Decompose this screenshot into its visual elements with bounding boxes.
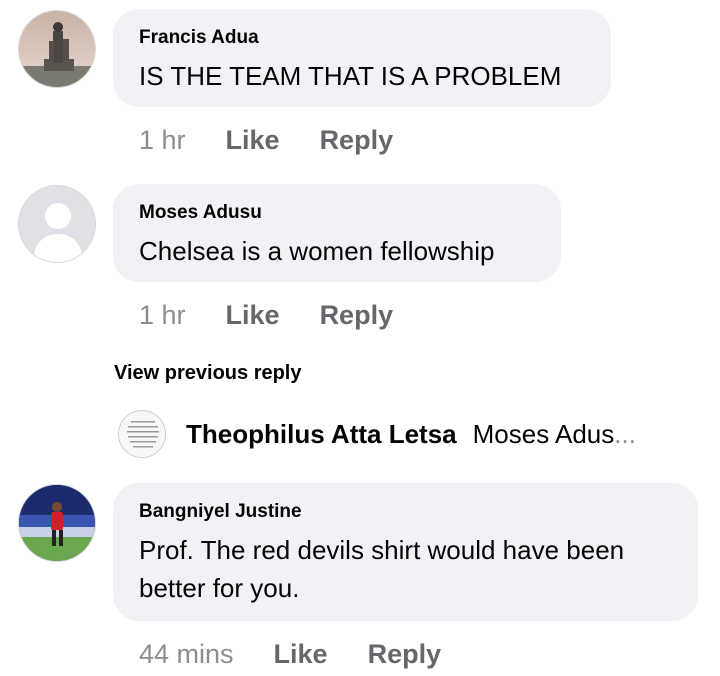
avatar[interactable] [18, 484, 96, 562]
like-button[interactable]: Like [274, 639, 328, 670]
comment-bubble: Moses Adusu Chelsea is a women fellowshi… [113, 184, 561, 282]
comment-text: Prof. The red devils shirt would have be… [139, 531, 672, 607]
reply-snippet: Moses Adus [472, 418, 615, 449]
comment-actions: 1 hr Like Reply [139, 300, 393, 331]
avatar[interactable] [18, 185, 96, 263]
comment-bubble: Francis Adua IS THE TEAM THAT IS A PROBL… [113, 9, 611, 107]
monument-photo-icon [19, 11, 95, 87]
default-profile-icon [19, 186, 95, 262]
reply-preview[interactable]: Theophilus Atta Letsa Moses Adus... [118, 410, 636, 458]
comment-author[interactable]: Bangniyel Justine [139, 501, 672, 523]
like-button[interactable]: Like [226, 300, 280, 331]
footballer-photo-icon [19, 485, 95, 561]
comment-actions: 44 mins Like Reply [139, 639, 441, 670]
text-image-icon [119, 411, 165, 457]
comment-actions: 1 hr Like Reply [139, 125, 393, 156]
comment-time[interactable]: 1 hr [139, 125, 186, 156]
comment-time[interactable]: 44 mins [139, 639, 234, 670]
view-previous-reply-link[interactable]: View previous reply [114, 362, 302, 385]
comment-bubble: Bangniyel Justine Prof. The red devils s… [113, 483, 698, 621]
reply-ellipsis: ... [614, 418, 636, 449]
reply-button[interactable]: Reply [368, 639, 442, 670]
comment-author[interactable]: Francis Adua [139, 27, 585, 49]
comment-text: IS THE TEAM THAT IS A PROBLEM [139, 61, 562, 91]
reply-button[interactable]: Reply [320, 300, 394, 331]
comment-text-line: better for you. [139, 573, 300, 603]
like-button[interactable]: Like [226, 125, 280, 156]
comment-time[interactable]: 1 hr [139, 300, 186, 331]
reply-author[interactable]: Theophilus Atta Letsa [186, 419, 457, 450]
comment-text-line: Prof. The red devils shirt would have be… [139, 535, 625, 565]
avatar[interactable] [118, 410, 166, 458]
avatar[interactable] [18, 10, 96, 88]
comment-author[interactable]: Moses Adusu [139, 202, 535, 224]
comment-text: Chelsea is a women fellowship [139, 236, 495, 266]
reply-button[interactable]: Reply [320, 125, 394, 156]
